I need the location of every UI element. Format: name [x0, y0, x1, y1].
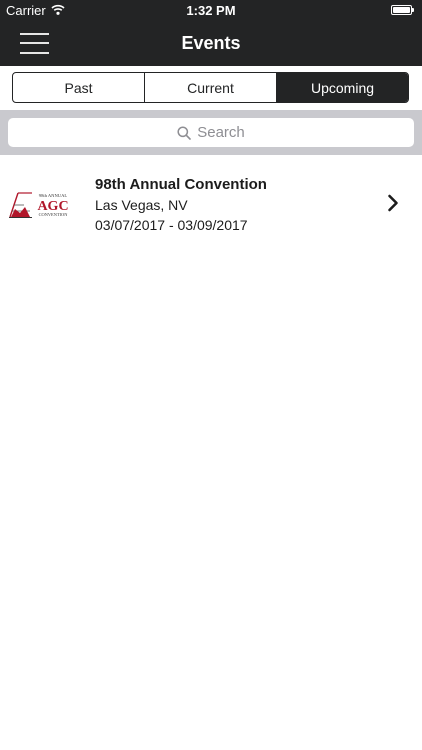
event-logo: 98th ANNUAL AGC CONVENTION	[8, 189, 74, 219]
battery-icon	[391, 5, 414, 15]
page-title: Events	[181, 33, 241, 53]
event-title: 98th Annual Convention	[95, 176, 267, 193]
chevron-right-icon	[387, 193, 399, 213]
event-dates: 03/07/2017 - 03/09/2017	[95, 217, 248, 233]
tab-upcoming[interactable]: Upcoming	[276, 73, 408, 102]
search-placeholder: Search	[197, 124, 245, 141]
navigation-bar: Events	[0, 22, 422, 66]
status-time: 1:32 PM	[186, 3, 236, 18]
event-details: 98th Annual Convention Las Vegas, NV 03/…	[95, 175, 267, 235]
list-item[interactable]: 98th ANNUAL AGC CONVENTION 98th Annual C…	[0, 165, 422, 243]
search-bar: Search	[0, 110, 422, 155]
logo-top-text: 98th ANNUAL	[39, 193, 68, 198]
events-tab-control: Past Current Upcoming	[12, 72, 409, 103]
event-location: Las Vegas, NV	[95, 197, 188, 213]
logo-sub-text: CONVENTION	[39, 212, 69, 217]
tab-current[interactable]: Current	[144, 73, 276, 102]
search-input[interactable]: Search	[8, 118, 414, 147]
status-bar: Carrier 1:32 PM	[0, 0, 422, 22]
search-icon	[177, 125, 192, 140]
tab-past[interactable]: Past	[13, 73, 144, 102]
